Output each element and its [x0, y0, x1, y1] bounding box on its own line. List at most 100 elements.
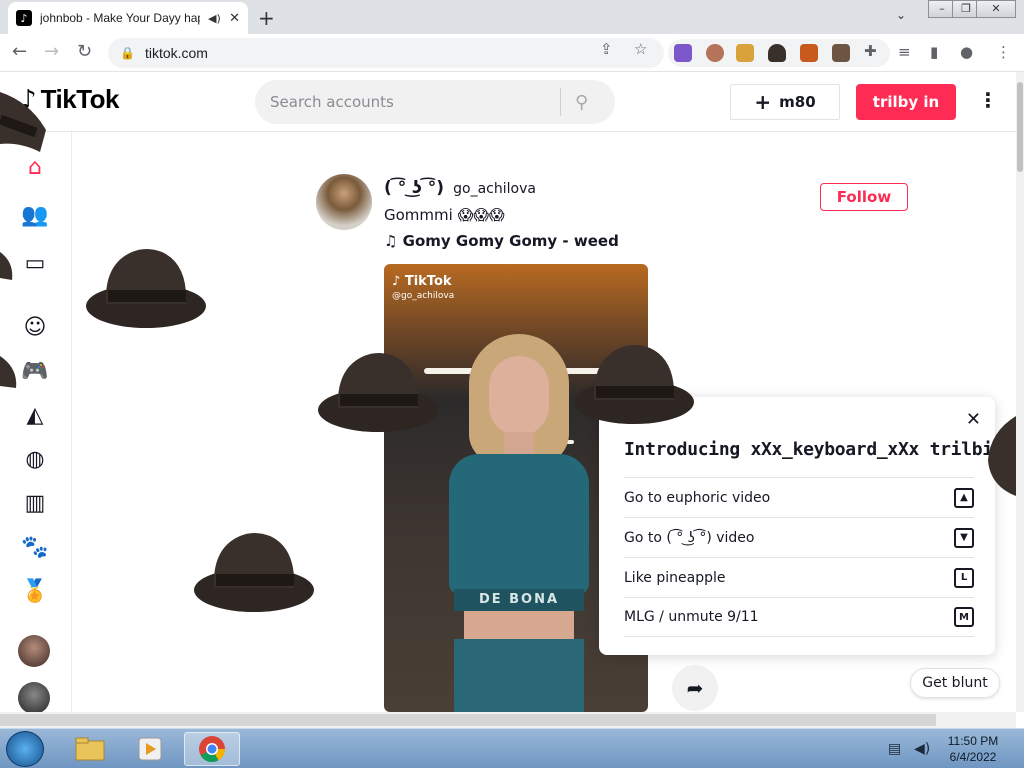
forward-icon[interactable]: →	[44, 41, 59, 62]
popup-title: Introducing xXx_keyboard_xXx trilbies!	[624, 439, 1024, 460]
left-sidebar: ⌂ 👥 ▭ ☺ 🎮 ◭ ◍ ▥ 🐾 🏅	[0, 132, 72, 714]
tiktok-header: ♪ TikTok Search accounts ⚲ + m80 trilby …	[0, 72, 1016, 132]
audio-playing-icon[interactable]: ◀)	[208, 12, 221, 25]
plus-icon: +	[754, 90, 772, 114]
food-icon[interactable]: ◭	[20, 400, 50, 430]
gaming-icon[interactable]: 🎮	[20, 356, 50, 386]
follow-button[interactable]: Follow	[820, 183, 908, 211]
post-music[interactable]: ♫ Gomy Gomy Gomy - weed	[384, 232, 619, 250]
animals-icon[interactable]: 🐾	[20, 532, 50, 562]
author-name[interactable]: ( ͡° ͜ʖ ͡°)	[384, 178, 444, 198]
play-icon	[138, 737, 162, 761]
system-clock[interactable]: 11:50 PM 6/4/2022	[936, 733, 1010, 765]
extension-icon[interactable]	[832, 44, 850, 62]
vertical-scrollbar[interactable]	[1016, 72, 1024, 712]
search-input[interactable]: Search accounts	[270, 93, 560, 111]
file-explorer-icon[interactable]	[62, 732, 118, 766]
key-down-icon: ▼	[954, 527, 974, 548]
shortcut-label: Go to ( ͡° ͜ʖ ͡°) video	[624, 529, 755, 546]
shortcut-row: MLG / unmute 9/11 M	[624, 597, 974, 637]
extension-icon[interactable]	[706, 44, 724, 62]
trilby-hat-icon	[0, 252, 13, 280]
logo-text: TikTok	[40, 84, 120, 114]
comedy-icon[interactable]: ☺	[20, 312, 50, 342]
url-text[interactable]: tiktok.com	[145, 45, 208, 61]
beauty-icon[interactable]: ▥	[20, 488, 50, 518]
trilby-hat-icon	[194, 533, 314, 612]
video-belly	[464, 611, 574, 641]
key-up-icon: ▲	[954, 487, 974, 508]
volume-tray-icon[interactable]: ◀)	[914, 741, 930, 757]
trilby-extension-icon[interactable]	[768, 44, 786, 62]
share-icon[interactable]: ⇪	[600, 40, 613, 58]
browser-tab[interactable]: ♪ johnbob - Make Your Dayy happy ◀) ✕	[8, 2, 248, 34]
video-watermark: ♪ TikTok @go_achilova	[392, 274, 454, 301]
shortcut-row: Go to euphoric video ▲	[624, 477, 974, 517]
following-avatar[interactable]	[18, 635, 50, 667]
scrollbar-thumb[interactable]	[0, 714, 936, 726]
start-button[interactable]	[6, 731, 44, 767]
tab-close-icon[interactable]: ✕	[229, 11, 240, 26]
tab-search-chevron-icon[interactable]: ⌄	[896, 8, 906, 22]
trilby-hat-icon	[988, 416, 1016, 496]
sports-icon[interactable]: 🏅	[20, 576, 50, 606]
trilby-hat-icon	[574, 345, 694, 424]
scrollbar-thumb[interactable]	[1017, 82, 1023, 172]
upload-button[interactable]: + m80	[730, 84, 840, 120]
live-icon[interactable]: ▭	[20, 248, 50, 278]
author-avatar[interactable]	[316, 174, 372, 230]
search-divider	[560, 88, 561, 116]
profile-avatar-icon[interactable]: ●	[960, 43, 973, 61]
trilby-hat-icon	[0, 92, 46, 152]
shortcut-row: Like pineapple L	[624, 557, 974, 597]
back-icon[interactable]: ←	[12, 41, 27, 62]
media-control-icon[interactable]: ≡	[898, 43, 911, 61]
following-icon[interactable]: 👥	[20, 200, 50, 230]
watermark-logo: ♪ TikTok	[392, 274, 452, 289]
shortcut-label: Go to euphoric video	[624, 489, 771, 506]
chrome-taskbar-icon[interactable]	[184, 732, 240, 766]
bookmark-star-icon[interactable]: ☆	[634, 40, 647, 58]
following-avatar[interactable]	[18, 682, 50, 714]
share-arrow-icon: ➦	[686, 676, 704, 700]
network-tray-icon[interactable]: ▤	[888, 741, 901, 757]
clock-time: 11:50 PM	[947, 734, 999, 748]
login-button[interactable]: trilby in	[856, 84, 956, 120]
close-icon[interactable]: ✕	[966, 409, 981, 430]
trilby-hat-icon	[86, 249, 206, 328]
media-player-icon[interactable]	[122, 732, 178, 766]
close-window-button[interactable]: ✕	[976, 0, 1016, 18]
more-menu-icon[interactable]: ⋮	[978, 88, 998, 112]
horizontal-scrollbar[interactable]	[0, 712, 1016, 728]
shortcut-list: Go to euphoric video ▲ Go to ( ͡° ͜ʖ ͡°)…	[624, 477, 974, 637]
doge-extension-icon[interactable]	[736, 44, 754, 62]
search-bar[interactable]: Search accounts ⚲	[255, 80, 615, 124]
watermark-handle: @go_achilova	[392, 291, 455, 301]
keyboard-shortcuts-popup: ✕ Introducing xXx_keyboard_xXx trilbies!…	[599, 397, 1024, 655]
extension-icon[interactable]	[800, 44, 818, 62]
watermark-logo-text: TikTok	[404, 274, 452, 289]
dance-icon[interactable]: ◍	[20, 444, 50, 474]
new-tab-icon[interactable]: +	[258, 6, 275, 30]
side-panel-icon[interactable]: ▮	[930, 43, 938, 61]
shortcut-label: MLG / unmute 9/11	[624, 609, 759, 625]
tab-strip: ♪ johnbob - Make Your Dayy happy ◀) ✕ + …	[0, 0, 1024, 34]
reload-icon[interactable]: ↻	[77, 41, 92, 62]
author-info[interactable]: ( ͡° ͜ʖ ͡°) go_achilova	[384, 178, 536, 198]
author-handle[interactable]: go_achilova	[453, 181, 536, 197]
extension-icon[interactable]	[674, 44, 692, 62]
video-top	[449, 454, 589, 594]
windows-taskbar: ▤ ◀) 11:50 PM 6/4/2022	[0, 728, 1024, 768]
share-button[interactable]: ➦	[672, 665, 718, 711]
search-icon[interactable]: ⚲	[575, 92, 588, 113]
browser-menu-icon[interactable]: ⋮	[996, 43, 1011, 61]
get-app-button[interactable]: Get blunt	[910, 668, 1000, 698]
address-bar[interactable]: 🔒 tiktok.com	[108, 38, 664, 68]
lock-icon[interactable]: 🔒	[120, 46, 135, 60]
trilby-hat-icon	[318, 353, 438, 432]
video-pants	[454, 639, 584, 712]
post-caption: Gommmi 😱😱😱	[384, 206, 505, 224]
trilby-hat-icon	[0, 356, 17, 388]
key-l-icon: L	[954, 567, 974, 588]
extensions-puzzle-icon[interactable]: ✚	[864, 42, 882, 60]
